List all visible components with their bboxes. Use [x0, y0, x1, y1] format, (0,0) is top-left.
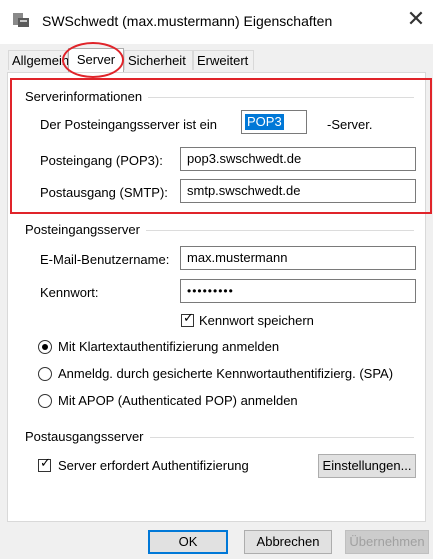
remember-password-checkbox[interactable]: ✓ — [181, 311, 194, 327]
incoming-server-group-label: Posteingangsserver — [25, 222, 146, 237]
apply-button[interactable]: Übernehmen — [345, 530, 429, 554]
requires-auth-checkbox[interactable]: ✓ — [38, 456, 51, 472]
checkmark-icon: ✓ — [40, 456, 51, 471]
remember-password-label: Kennwort speichern — [199, 313, 314, 328]
tab-sicherheit[interactable]: Sicherheit — [124, 50, 193, 70]
server-tab-annotation-circle — [62, 42, 124, 78]
settings-button[interactable]: Einstellungen... — [318, 454, 416, 478]
radio-spa-auth-label[interactable]: Anmeldg. durch gesicherte Kennwortauthen… — [58, 366, 393, 381]
tab-erweitert[interactable]: Erweitert — [193, 50, 254, 70]
title-bar: SWSchwedt (max.mustermann) Eigenschaften… — [0, 0, 433, 44]
close-icon[interactable]: ✕ — [404, 8, 428, 32]
username-input[interactable]: max.mustermann — [180, 246, 416, 270]
radio-selected-dot — [42, 344, 48, 350]
password-label: Kennwort: — [40, 285, 99, 300]
radio-plaintext-auth[interactable] — [38, 340, 52, 354]
server-info-annotation-box — [10, 78, 432, 214]
username-label: E-Mail-Benutzername: — [40, 252, 170, 267]
app-icon — [13, 13, 29, 27]
radio-spa-auth[interactable] — [38, 367, 52, 381]
radio-plaintext-auth-label[interactable]: Mit Klartextauthentifizierung anmelden — [58, 339, 279, 354]
password-input[interactable]: ••••••••• — [180, 279, 416, 303]
cancel-button[interactable]: Abbrechen — [244, 530, 332, 554]
radio-apop-auth[interactable] — [38, 394, 52, 408]
ok-button[interactable]: OK — [148, 530, 228, 554]
checkmark-icon: ✓ — [183, 311, 194, 326]
window-title: SWSchwedt (max.mustermann) Eigenschaften — [42, 13, 333, 29]
radio-apop-auth-label[interactable]: Mit APOP (Authenticated POP) anmelden — [58, 393, 298, 408]
requires-auth-label: Server erfordert Authentifizierung — [58, 458, 249, 473]
outgoing-server-group-label: Postausgangsserver — [25, 429, 150, 444]
tab-allgemein[interactable]: Allgemein — [8, 50, 69, 70]
